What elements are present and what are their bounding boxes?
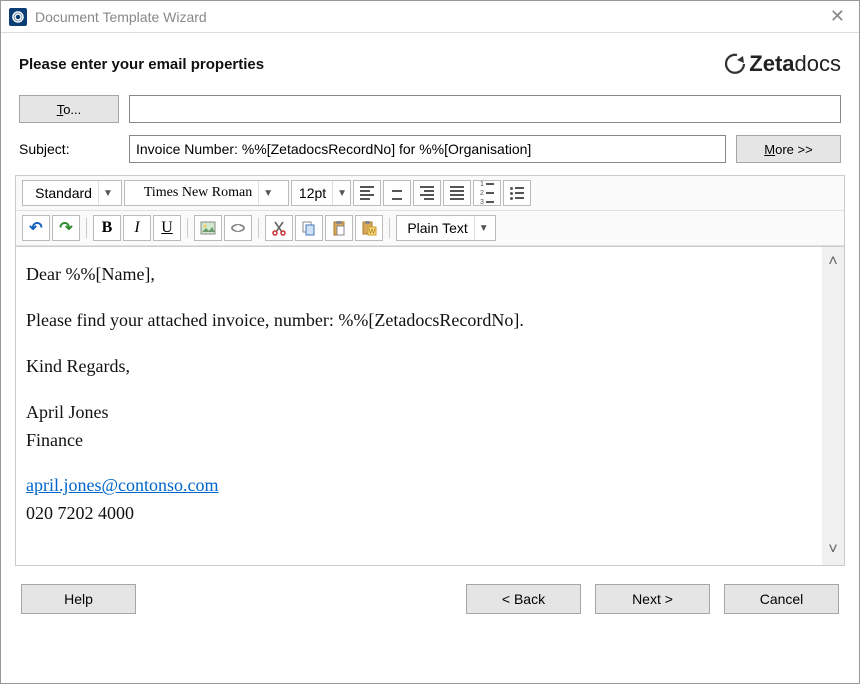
redo-icon[interactable]: ↷ <box>52 215 80 241</box>
help-button[interactable]: Help <box>21 584 136 614</box>
subject-label: Subject: <box>19 141 119 157</box>
undo-icon[interactable]: ↶ <box>22 215 50 241</box>
size-select-value: 12pt <box>299 185 326 201</box>
scroll-up-icon[interactable]: ˄ <box>824 253 842 271</box>
close-icon[interactable]: ✕ <box>824 4 851 29</box>
scroll-down-icon[interactable]: ˅ <box>824 541 842 559</box>
header-row: Please enter your email properties Zetad… <box>1 33 859 85</box>
title-bar: Document Template Wizard ✕ <box>1 1 859 33</box>
align-justify-icon[interactable] <box>443 180 471 206</box>
toolbar-row-2: ↶ ↷ B I U W Plain Text▼ <box>16 211 844 246</box>
align-left-icon[interactable] <box>353 180 381 206</box>
cancel-button[interactable]: Cancel <box>724 584 839 614</box>
next-button[interactable]: Next > <box>595 584 710 614</box>
paste-special-icon[interactable]: W <box>355 215 383 241</box>
editor-area: Dear %%[Name], Please find your attached… <box>15 246 845 566</box>
subject-input[interactable] <box>129 135 726 163</box>
brand-swirl-icon <box>723 52 747 76</box>
app-icon <box>9 8 27 26</box>
style-select[interactable]: Standard▼ <box>22 180 122 206</box>
svg-text:W: W <box>369 229 376 236</box>
to-input[interactable] <box>129 95 841 123</box>
body-email-link[interactable]: april.jones@contonso.com <box>26 475 219 495</box>
copy-icon[interactable] <box>295 215 323 241</box>
body-line-invoice: Please find your attached invoice, numbe… <box>26 307 812 335</box>
more-button[interactable]: More >> <box>736 135 841 163</box>
toolbar-row-1: Standard▼ Times New Roman▼ 12pt▼ 123 <box>16 176 844 211</box>
wizard-footer: Help < Back Next > Cancel <box>1 566 859 614</box>
bullet-list-icon[interactable] <box>503 180 531 206</box>
body-phone: 020 7202 4000 <box>26 503 134 523</box>
underline-icon[interactable]: U <box>153 215 181 241</box>
subject-row: Subject: More >> <box>19 135 841 163</box>
back-button[interactable]: < Back <box>466 584 581 614</box>
font-select-value: Times New Roman <box>144 185 252 201</box>
style-select-value: Standard <box>35 185 92 201</box>
editor-scrollbar[interactable]: ˄ ˅ <box>822 247 844 565</box>
to-row: To... <box>19 95 841 123</box>
size-select[interactable]: 12pt▼ <box>291 180 351 206</box>
to-button[interactable]: To... <box>19 95 119 123</box>
window-title: Document Template Wizard <box>35 9 207 25</box>
body-signature-dept: Finance <box>26 430 83 450</box>
body-greeting: Dear %%[Name], <box>26 261 812 289</box>
link-icon[interactable] <box>224 215 252 241</box>
brand-logo: Zetadocs <box>723 51 841 77</box>
align-center-icon[interactable] <box>383 180 411 206</box>
instruction-text: Please enter your email properties <box>19 56 264 73</box>
numbered-list-icon[interactable]: 123 <box>473 180 501 206</box>
fields-area: To... Subject: More >> <box>1 85 859 163</box>
plain-text-value: Plain Text <box>407 220 467 236</box>
brand-text: docs <box>795 51 841 76</box>
body-signature-name: April Jones <box>26 402 109 422</box>
editor-toolbar: Standard▼ Times New Roman▼ 12pt▼ 123 ↶ ↷… <box>15 175 845 246</box>
align-right-icon[interactable] <box>413 180 441 206</box>
italic-icon[interactable]: I <box>123 215 151 241</box>
paste-icon[interactable] <box>325 215 353 241</box>
body-regards: Kind Regards, <box>26 353 812 381</box>
email-body-editor[interactable]: Dear %%[Name], Please find your attached… <box>16 247 822 565</box>
font-select[interactable]: Times New Roman▼ <box>124 180 289 206</box>
plain-text-select[interactable]: Plain Text▼ <box>396 215 496 241</box>
bold-icon[interactable]: B <box>93 215 121 241</box>
cut-icon[interactable] <box>265 215 293 241</box>
image-icon[interactable] <box>194 215 222 241</box>
